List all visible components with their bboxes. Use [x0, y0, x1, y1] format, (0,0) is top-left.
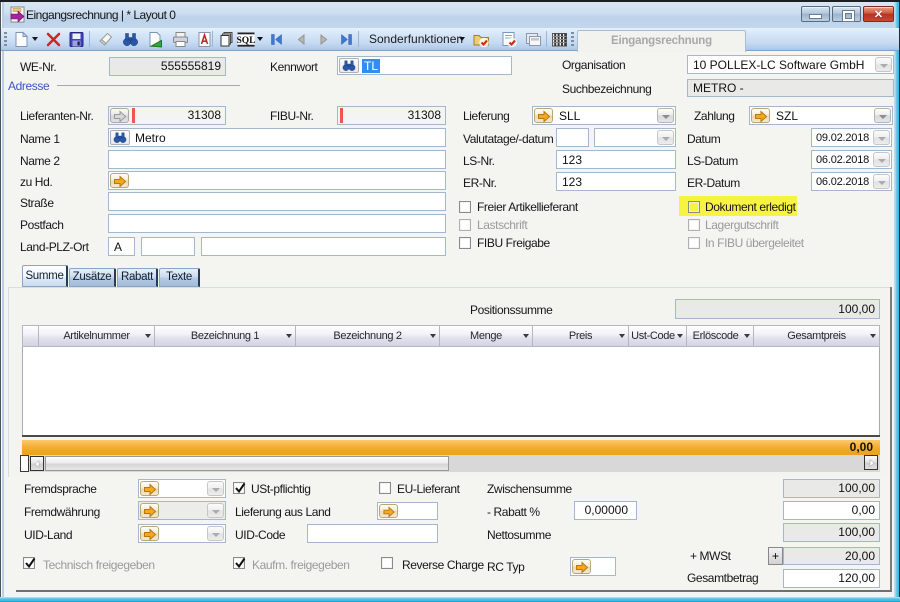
svg-text:SQL: SQL [237, 36, 255, 46]
